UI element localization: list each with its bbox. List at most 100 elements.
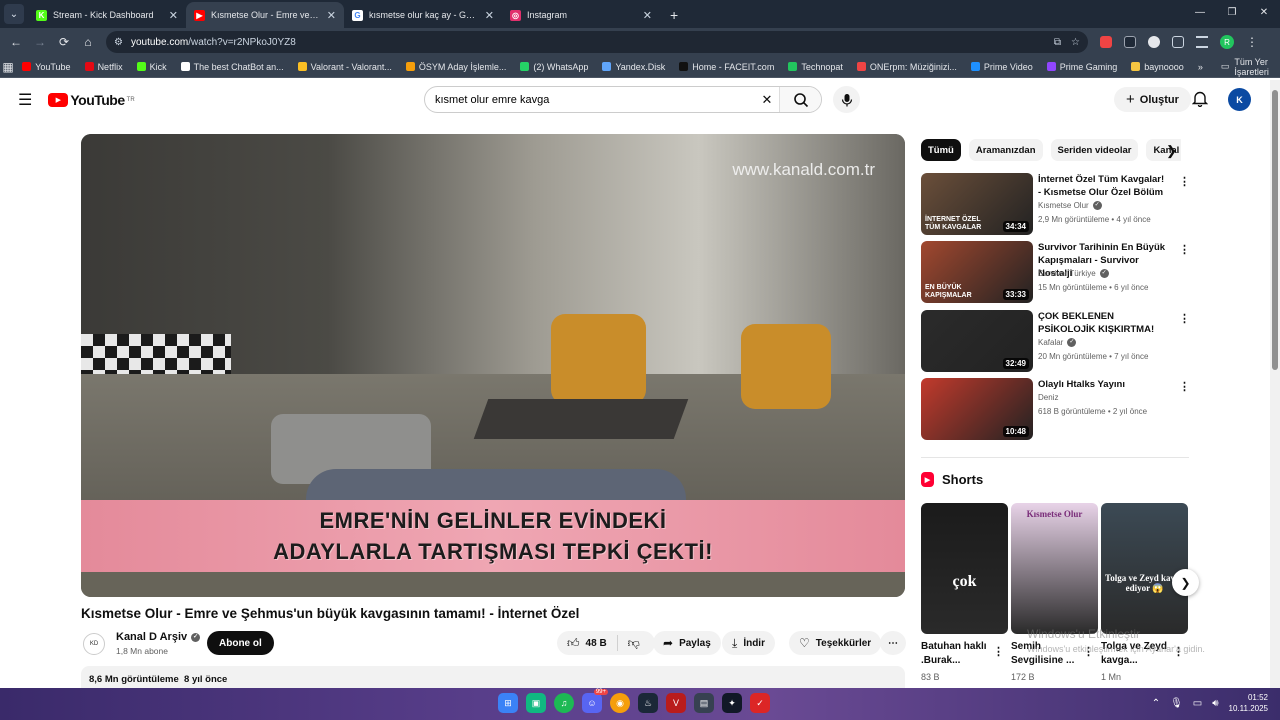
hamburger-menu-icon[interactable]: ☰ (18, 90, 32, 110)
back-arrow-icon[interactable]: ← (4, 35, 28, 49)
forward-arrow-icon[interactable]: → (28, 35, 52, 49)
channel-name[interactable]: Kanal D Arşiv (116, 631, 187, 643)
reload-icon[interactable]: ⟳ (52, 35, 76, 49)
filter-chip[interactable]: Tümü (921, 139, 961, 161)
microphone-tray-icon[interactable]: 🎙︎ (1170, 698, 1183, 709)
bookmark-star-icon[interactable]: ☆ (1071, 37, 1080, 48)
profile-avatar[interactable]: R (1220, 35, 1234, 49)
bookmark-item[interactable]: Prime Video (970, 62, 1033, 72)
account-avatar[interactable]: K (1228, 88, 1251, 111)
recommendation-channel[interactable]: Kısmetse Olur ✓ (1038, 201, 1102, 210)
recommendation-item[interactable]: İNTERNET ÖZEL TÜM KAVGALAR 34:34 İnternet … (921, 173, 1191, 235)
home-icon[interactable]: ⌂ (76, 35, 100, 49)
valorant-icon[interactable]: V (666, 693, 686, 713)
more-vertical-icon[interactable]: ⋮ (1179, 175, 1190, 188)
reading-list-icon[interactable] (1196, 36, 1208, 48)
network-icon[interactable]: ▭ (1193, 698, 1202, 709)
download-button[interactable]: ⤓ İndir (722, 631, 775, 655)
tab-search-button[interactable]: ⌄ (4, 4, 24, 24)
recommendation-item[interactable]: 10:48 Olaylı Htalks Yayını Deniz 618 B görü… (921, 378, 1191, 440)
bookmark-item[interactable]: Yandex.Disk (602, 62, 665, 72)
recommendation-title[interactable]: İnternet Özel Tüm Kavgalar! - Kısmetse O… (1038, 173, 1168, 199)
dislike-button[interactable]: 👎︎ (618, 636, 650, 651)
app-icon[interactable]: ✓ (750, 693, 770, 713)
filter-chip[interactable]: Aramanızdan (968, 139, 1043, 161)
recommendation-channel[interactable]: Survivor Türkiye ✓ (1038, 269, 1109, 278)
short-title[interactable]: Batuhan haklı .Burak... (921, 640, 1001, 668)
site-info-icon[interactable]: ⚙ (114, 37, 123, 48)
tab-close-icon[interactable]: ✕ (485, 9, 494, 22)
chips-next-arrow-icon[interactable]: ❯ (1166, 143, 1177, 159)
video-player[interactable]: www.kanald.com.tr EMRE'NİN GELİNLER EVİN… (81, 134, 905, 597)
like-button[interactable]: 👍︎ 48 B (557, 635, 618, 651)
browser-tab[interactable]: ◎ Instagram ✕ (502, 2, 660, 28)
more-vertical-icon[interactable]: ⋮ (993, 645, 1004, 658)
recommendation-item[interactable]: EN BÜYÜK KAPIŞMALAR 33:33 Survivor Tarihin… (921, 241, 1191, 303)
filter-chip[interactable]: Seriden videolar (1050, 139, 1139, 161)
bookmark-item[interactable]: baynoooo (1131, 62, 1184, 72)
clock[interactable]: 01:52 10.11.2025 (1229, 692, 1268, 714)
more-vertical-icon[interactable]: ⋮ (1179, 243, 1190, 256)
channel-avatar[interactable]: KD (83, 633, 105, 655)
tab-close-icon[interactable]: ✕ (327, 9, 336, 22)
short-thumbnail[interactable]: Kısmetse Olur (1011, 503, 1098, 634)
recommendation-thumbnail[interactable]: İNTERNET ÖZEL TÜM KAVGALAR 34:34 (921, 173, 1033, 235)
extensions-puzzle-icon[interactable] (1172, 36, 1184, 48)
spotify-icon[interactable]: ♫ (554, 693, 574, 713)
bookmark-item[interactable]: Netflix (84, 62, 123, 72)
browser-tab[interactable]: Gkısmetse olur kaç ay - Google'da ✕ (344, 2, 502, 28)
channel-name-row[interactable]: Kanal D Arşiv ✓ (116, 631, 201, 643)
browser-tab[interactable]: ▶ Kısmetse Olur - Emre ve Şehmu ✕ (186, 2, 344, 28)
notifications-bell-icon[interactable] (1191, 90, 1209, 112)
minimize-icon[interactable]: — (1184, 0, 1216, 28)
recommendation-thumbnail[interactable]: 32:49 (921, 310, 1033, 372)
subscribe-button[interactable]: Abone ol (207, 631, 274, 655)
browser-menu-icon[interactable]: ⋮ (1240, 35, 1264, 49)
tab-close-icon[interactable]: ✕ (643, 9, 652, 22)
bookmark-item[interactable]: Kick (136, 62, 167, 72)
bookmark-item[interactable]: Prime Gaming (1046, 62, 1117, 72)
steam-icon[interactable]: ♨ (638, 693, 658, 713)
bookmark-item[interactable]: (2) WhatsApp (520, 62, 588, 72)
chrome-icon[interactable]: ◉ (610, 693, 630, 713)
recommendation-thumbnail[interactable]: EN BÜYÜK KAPIŞMALAR 33:33 (921, 241, 1033, 303)
bookmark-item[interactable]: YouTube (22, 62, 71, 72)
recommendation-title[interactable]: Olaylı Htalks Yayını (1038, 378, 1168, 391)
more-vertical-icon[interactable]: ⋮ (1179, 312, 1190, 325)
share-button[interactable]: ➦ Paylaş (653, 631, 721, 655)
recommendation-title[interactable]: ÇOK BEKLENEN PSİKOLOJİK KIŞKIRTMA! (1038, 310, 1168, 336)
bookmark-item[interactable]: ONErpm: Müziğinizi... (856, 62, 957, 72)
apps-grid-icon[interactable]: ▦ (0, 60, 16, 74)
more-actions-button[interactable]: ⋯ (880, 631, 906, 655)
page-scrollbar[interactable] (1270, 80, 1280, 688)
recommendation-channel[interactable]: Kafalar ✓ (1038, 338, 1077, 347)
volume-icon[interactable]: 🔊︎ (1212, 698, 1218, 709)
address-bar[interactable]: ⚙ youtube.com /watch?v=r2NPkoJ0YZ8 ⧉ ☆ (106, 31, 1088, 53)
close-window-icon[interactable]: ✕ (1248, 0, 1280, 28)
more-vertical-icon[interactable]: ⋮ (1179, 380, 1190, 393)
thanks-button[interactable]: ♡ Teşekkürler (789, 631, 882, 655)
bookmarks-overflow-icon[interactable]: » (1198, 62, 1203, 72)
tab-close-icon[interactable]: ✕ (169, 9, 178, 22)
search-button[interactable] (779, 87, 821, 112)
app-icon[interactable]: ✦ (722, 693, 742, 713)
extension-icon[interactable] (1148, 36, 1160, 48)
short-thumbnail[interactable]: Tolga ve Zeyd kavga ediyor 😱 (1101, 503, 1188, 634)
bookmark-item[interactable]: Valorant - Valorant... (297, 62, 392, 72)
restore-icon[interactable]: ❐ (1216, 0, 1248, 28)
recommendation-channel[interactable]: Deniz (1038, 393, 1058, 402)
task-view-icon[interactable]: ▣ (526, 693, 546, 713)
extension-icon[interactable] (1124, 36, 1136, 48)
app-icon[interactable]: ▤ (694, 693, 714, 713)
extension-icon[interactable] (1100, 36, 1112, 48)
bookmark-item[interactable]: ÖSYM Aday İşlemle... (405, 62, 506, 72)
new-tab-button[interactable]: + (670, 7, 678, 23)
scrollbar-thumb[interactable] (1272, 90, 1278, 370)
discord-icon[interactable]: ☺ 99+ (582, 689, 608, 713)
recommendation-thumbnail[interactable]: 10:48 (921, 378, 1033, 440)
voice-search-button[interactable] (833, 86, 860, 113)
all-bookmarks-link[interactable]: Tüm Yer İşaretleri (1234, 57, 1270, 77)
short-thumbnail[interactable]: çok (921, 503, 1008, 634)
create-button[interactable]: + Oluştur (1114, 87, 1191, 112)
recommendation-item[interactable]: 32:49 ÇOK BEKLENEN PSİKOLOJİK KIŞKIRTMA! K… (921, 310, 1191, 372)
